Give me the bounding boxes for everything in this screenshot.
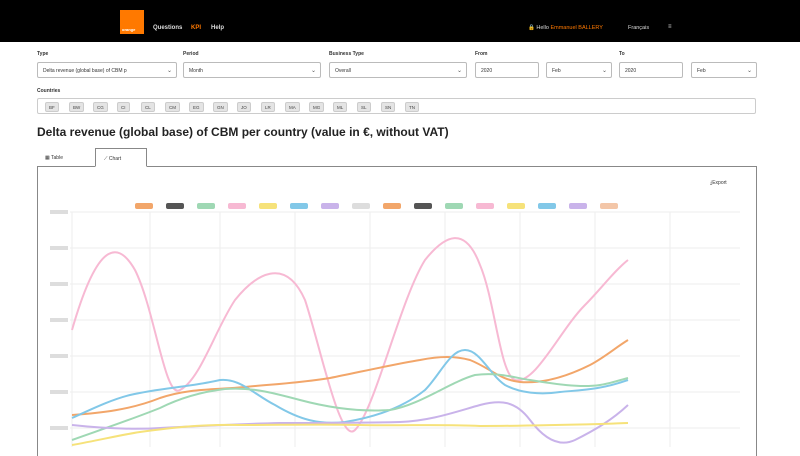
series-line-yellow bbox=[71, 422, 629, 446]
chart-gridlines bbox=[70, 211, 740, 447]
series-line-pink bbox=[71, 237, 629, 433]
series-line-blue bbox=[71, 348, 629, 424]
series-line-orange bbox=[71, 339, 629, 416]
line-chart bbox=[50, 210, 740, 447]
y-axis-tick-placeholders bbox=[50, 210, 68, 430]
